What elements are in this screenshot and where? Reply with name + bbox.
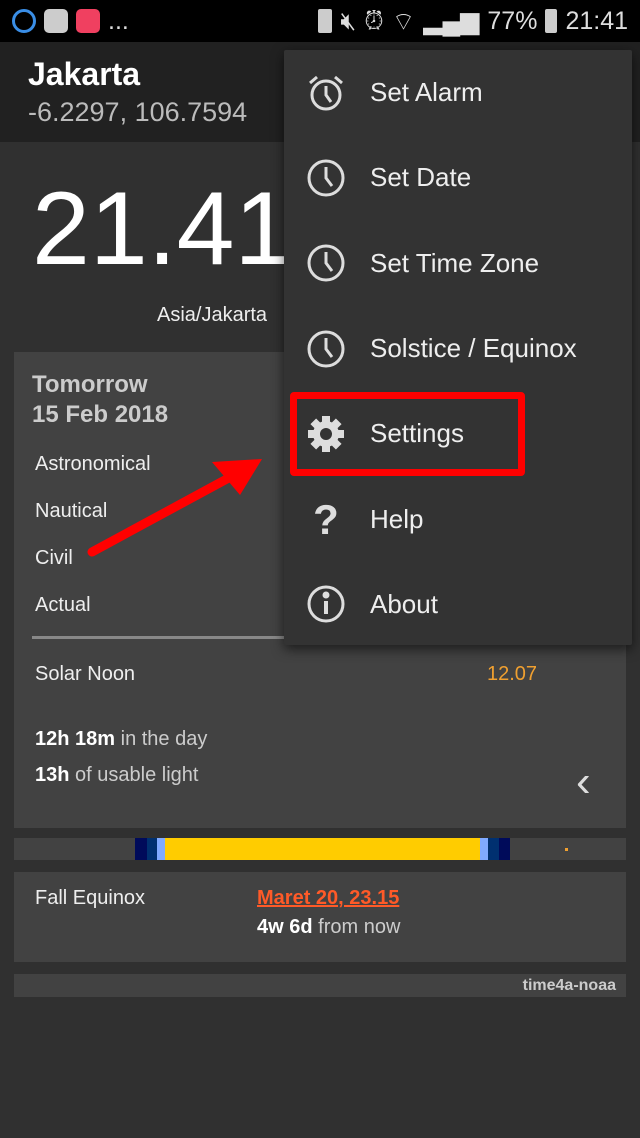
annotation-arrow (87, 459, 262, 557)
